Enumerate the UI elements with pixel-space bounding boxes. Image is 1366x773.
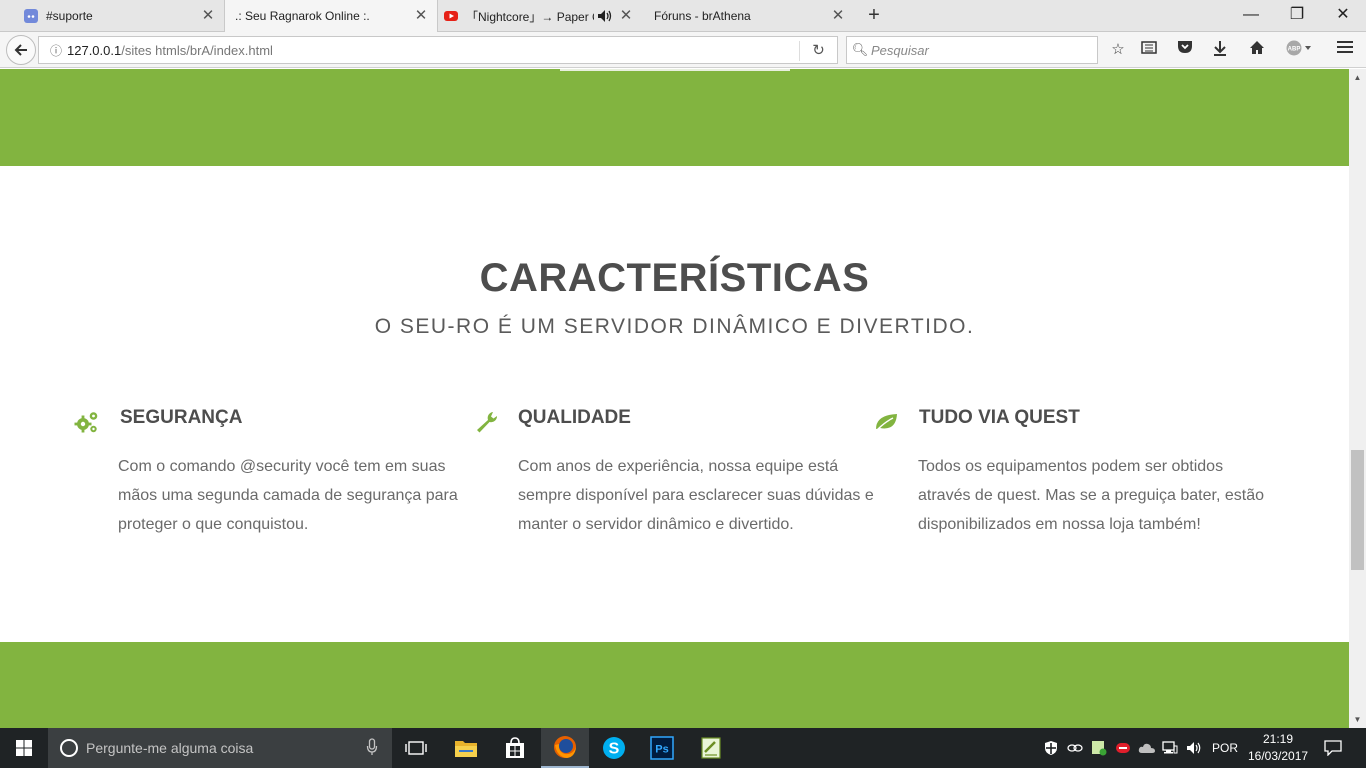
store-icon[interactable] bbox=[491, 728, 539, 768]
section-subheading: O SEU-RO É UM SERVIDOR DINÂMICO E DIVERT… bbox=[374, 315, 975, 338]
back-button[interactable] bbox=[6, 35, 36, 65]
menu-icon[interactable] bbox=[1335, 40, 1355, 60]
microphone-icon[interactable] bbox=[366, 738, 378, 756]
wrench-icon bbox=[477, 412, 498, 433]
clock-date: 16/03/2017 bbox=[1248, 749, 1309, 763]
windows-logo-icon bbox=[16, 740, 32, 756]
network-icon[interactable] bbox=[1159, 728, 1181, 768]
windows-taskbar: Pergunte-me alguma coisa S Ps POR 21:19 … bbox=[0, 728, 1366, 768]
youtube-icon bbox=[444, 11, 458, 21]
green-band-top bbox=[0, 69, 1349, 166]
close-window-button[interactable]: ✕ bbox=[1320, 0, 1366, 32]
notepadpp-tray-icon[interactable] bbox=[1088, 728, 1110, 768]
pocket-icon[interactable] bbox=[1175, 40, 1195, 60]
site-info-icon[interactable]: ⓘ bbox=[45, 42, 67, 59]
tab-label: .: Seu Ragnarok Online :. bbox=[235, 9, 370, 23]
onedrive-icon[interactable] bbox=[1136, 728, 1158, 768]
close-tab-icon[interactable]: ✕ bbox=[830, 8, 846, 24]
link-icon[interactable] bbox=[1064, 728, 1086, 768]
notepadpp-icon[interactable] bbox=[687, 728, 735, 768]
url-path: /sites htmls/brA/index.html bbox=[121, 42, 273, 58]
url-host: 127.0.0.1 bbox=[67, 42, 122, 58]
feature-title: SEGURANÇA bbox=[120, 407, 243, 428]
download-icon[interactable] bbox=[1210, 40, 1230, 60]
search-icon: 🔍︎ bbox=[851, 42, 869, 57]
reload-icon[interactable]: ↻ bbox=[799, 41, 831, 61]
photoshop-icon[interactable]: Ps bbox=[638, 728, 686, 768]
scroll-down-arrow-icon[interactable]: ▼ bbox=[1349, 711, 1366, 728]
cortana-search-box[interactable]: Pergunte-me alguma coisa bbox=[48, 728, 392, 768]
close-tab-icon[interactable]: ✕ bbox=[618, 8, 634, 24]
firefox-icon[interactable] bbox=[541, 728, 589, 768]
clock-time: 21:19 bbox=[1262, 732, 1294, 746]
minimize-button[interactable]: — bbox=[1228, 0, 1274, 32]
system-clock[interactable]: 21:19 16/03/2017 bbox=[1248, 731, 1308, 765]
leaf-icon bbox=[876, 414, 897, 430]
section-heading: CARACTERÍSTICAS bbox=[479, 256, 870, 300]
tab-bar: #suporte ✕ .: Seu Ragnarok Online :. ✕ 「… bbox=[0, 0, 1366, 32]
task-view-icon[interactable] bbox=[392, 728, 440, 768]
tab-label: Fóruns - brAthena bbox=[654, 9, 751, 23]
gears-icon bbox=[74, 412, 98, 433]
url-bar[interactable]: ⓘ 127.0.0.1/sites htmls/brA/index.html ↻ bbox=[38, 36, 838, 64]
new-tab-button[interactable]: + bbox=[862, 4, 886, 28]
bookmark-star-icon[interactable]: ☆ bbox=[1108, 40, 1128, 60]
navigation-bar: ⓘ 127.0.0.1/sites htmls/brA/index.html ↻… bbox=[0, 32, 1366, 68]
tab-nightcore[interactable]: 「Nightcore」→ Paper C... ✕ bbox=[444, 0, 642, 32]
skype-icon[interactable]: S bbox=[590, 728, 638, 768]
cortana-placeholder: Pergunte-me alguma coisa bbox=[86, 740, 254, 756]
feature-text: Com o comando @security você tem em suas… bbox=[118, 458, 458, 533]
home-icon[interactable] bbox=[1247, 40, 1267, 60]
tab-suporte[interactable]: #suporte ✕ bbox=[24, 0, 224, 32]
back-arrow-icon bbox=[14, 44, 27, 56]
cortana-icon bbox=[60, 739, 78, 757]
green-band-bottom bbox=[0, 642, 1349, 728]
tab-label: #suporte bbox=[46, 9, 93, 23]
feature-text: Com anos de experiência, nossa equipe es… bbox=[518, 458, 874, 533]
reading-list-icon[interactable] bbox=[1139, 40, 1159, 60]
svg-text:S: S bbox=[609, 741, 620, 758]
file-explorer-icon[interactable] bbox=[442, 728, 490, 768]
feature-text: Todos os equipamentos podem ser obtidos … bbox=[918, 458, 1264, 533]
divider-line bbox=[560, 69, 790, 71]
defender-shield-icon[interactable] bbox=[1040, 728, 1062, 768]
scroll-up-arrow-icon[interactable]: ▲ bbox=[1349, 69, 1366, 86]
search-placeholder: Pesquisar bbox=[871, 42, 929, 58]
action-center-icon[interactable] bbox=[1318, 728, 1348, 768]
adblock-icon[interactable]: ABP bbox=[1284, 40, 1314, 60]
feature-title: TUDO VIA QUEST bbox=[919, 407, 1080, 428]
svg-text:Ps: Ps bbox=[655, 744, 668, 756]
close-tab-icon[interactable]: ✕ bbox=[413, 8, 429, 24]
page-scrollbar[interactable]: ▲ ▼ bbox=[1349, 69, 1366, 728]
svg-text:ABP: ABP bbox=[1288, 47, 1301, 53]
search-bar[interactable]: 🔍︎ Pesquisar bbox=[846, 36, 1098, 64]
tab-foruns[interactable]: Fóruns - brAthena ✕ bbox=[644, 0, 854, 32]
tab-label: 「Nightcore」→ Paper C... bbox=[466, 9, 594, 24]
start-button[interactable] bbox=[0, 728, 48, 768]
feature-title: QUALIDADE bbox=[518, 407, 631, 428]
discord-icon bbox=[24, 9, 38, 23]
speaker-icon[interactable] bbox=[598, 10, 612, 22]
tab-seu-ragnarok[interactable]: .: Seu Ragnarok Online :. ✕ bbox=[224, 0, 438, 32]
scrollbar-thumb[interactable] bbox=[1351, 450, 1364, 570]
close-tab-icon[interactable]: ✕ bbox=[200, 8, 216, 24]
volume-icon[interactable] bbox=[1183, 728, 1207, 768]
record-icon[interactable] bbox=[1112, 728, 1134, 768]
page-content: CARACTERÍSTICAS O SEU-RO É UM SERVIDOR D… bbox=[0, 69, 1349, 728]
language-indicator[interactable]: POR bbox=[1209, 728, 1241, 768]
maximize-button[interactable]: ❐ bbox=[1274, 0, 1320, 32]
